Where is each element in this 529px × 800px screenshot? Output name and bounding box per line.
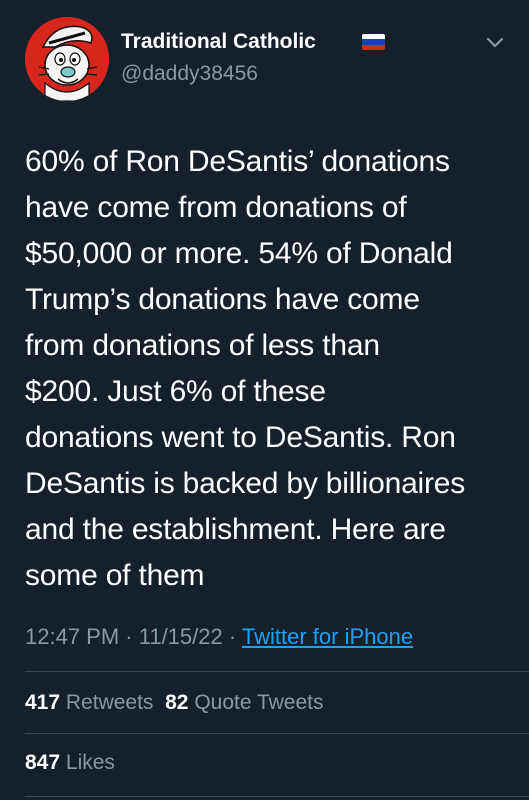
retweet-stats: 417 Retweets 82 Quote Tweets — [25, 691, 324, 715]
divider — [25, 671, 529, 672]
retweets-label: Retweets — [65, 691, 154, 714]
quote-tweets-count: 82 — [165, 691, 189, 714]
author-display-name[interactable]: Traditional Catholic — [121, 30, 316, 54]
avatar[interactable] — [25, 17, 109, 101]
meta-separator: · — [119, 624, 139, 649]
tweet-time: 12:47 PM — [25, 624, 120, 649]
quote-tweets-label: Quote Tweets — [194, 691, 324, 714]
divider — [25, 733, 529, 734]
chevron-down-icon[interactable] — [485, 36, 505, 50]
tweet-text: 60% of Ron DeSantis’ donations have come… — [25, 145, 466, 592]
tweet-detail: Traditional Catholic @daddy38456 60% of … — [0, 0, 529, 800]
likes-link[interactable]: 847 Likes — [25, 751, 115, 774]
quote-tweets-link[interactable]: 82 Quote Tweets — [165, 691, 323, 714]
author-handle[interactable]: @daddy38456 — [121, 62, 258, 86]
meta-separator: · — [222, 624, 242, 649]
likes-label: Likes — [65, 751, 115, 774]
tweet-source-link[interactable]: Twitter for iPhone — [242, 624, 413, 649]
retweets-count: 417 — [25, 691, 61, 714]
retweets-link[interactable]: 417 Retweets — [25, 691, 153, 714]
russian-flag-icon — [362, 34, 385, 50]
likes-count: 847 — [25, 751, 61, 774]
cartoon-cat-avatar-icon — [25, 17, 109, 101]
tweet-date: 11/15/22 — [138, 624, 223, 649]
tweet-metadata: 12:47 PM · 11/15/22 · Twitter for iPhone — [25, 624, 413, 650]
likes-stats: 847 Likes — [25, 751, 115, 775]
divider — [25, 796, 529, 797]
